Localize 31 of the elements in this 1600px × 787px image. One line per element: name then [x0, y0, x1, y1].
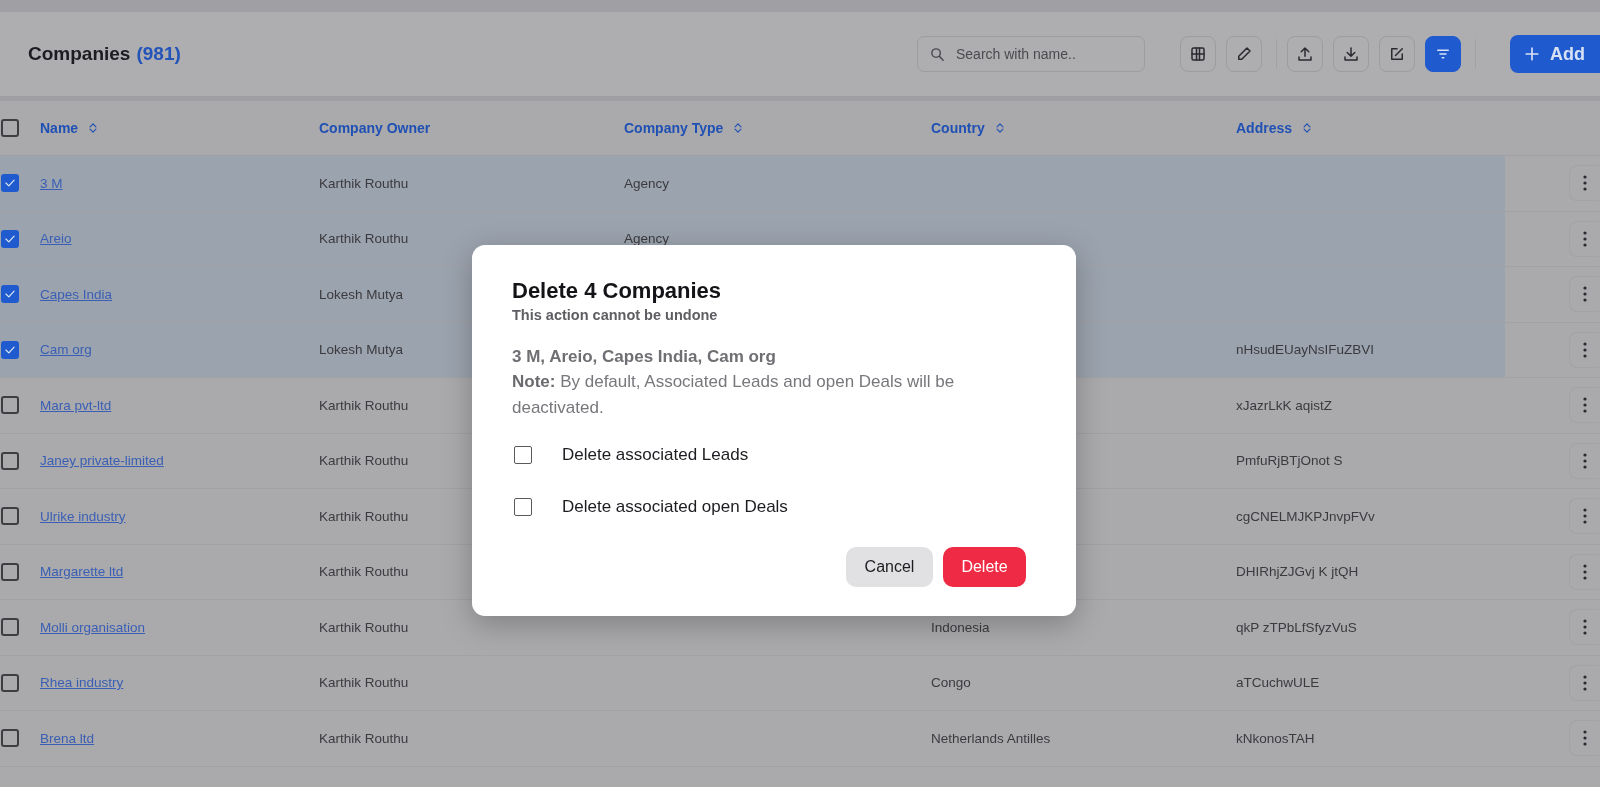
record-count: (981) — [136, 43, 181, 65]
table-cell: aTCuchwULE — [1236, 675, 1320, 691]
table-cell: Karthik Routhu — [319, 175, 409, 191]
table-cell: Karthik Routhu — [319, 564, 409, 580]
option-label: Delete associated open Deals — [562, 497, 788, 517]
table-cell: Indonesia — [931, 619, 990, 635]
table-cell: kNkonosTAH — [1236, 730, 1315, 746]
table-cell: Karthik Routhu — [319, 397, 409, 413]
dialog-title: Delete 4 Companies — [512, 278, 723, 304]
table-cell: Lokesh Mutya — [319, 286, 404, 302]
table-cell: Congo — [931, 675, 971, 691]
selected-names: 3 M, Areio, Capes India, Cam org — [512, 347, 777, 367]
page-title: Companies — [28, 43, 131, 65]
table-cell: Netherlands Antilles — [931, 730, 1051, 746]
table-cell: cgCNELMJKPJnvpFVv — [1236, 508, 1375, 524]
table-cell: Karthik Routhu — [319, 619, 409, 635]
table-cell: qkP zTPbLfSfyzVuS — [1236, 619, 1357, 635]
table-cell: Karthik Routhu — [319, 231, 409, 247]
table-cell: Agency — [624, 231, 670, 247]
option-label: Delete associated Leads — [562, 445, 749, 465]
dialog-subtitle: This action cannot be undone — [512, 307, 719, 323]
table-cell: xJazrLkK aqistZ — [1236, 397, 1333, 413]
table-cell: nHsudEUayNsIFuZBVI — [1236, 342, 1375, 358]
table-cell: Agency — [624, 175, 670, 191]
table-cell: Karthik Routhu — [319, 675, 409, 691]
table-cell: Karthik Routhu — [319, 508, 409, 524]
table-cell: DHIRhjZJGvj K jtQH — [1236, 564, 1359, 580]
table-cell: Karthik Routhu — [319, 453, 409, 469]
table-cell: Karthik Routhu — [319, 730, 409, 746]
table-cell: PmfuRjBTjOnot S — [1236, 453, 1343, 469]
table-cell: Lokesh Mutya — [319, 342, 404, 358]
